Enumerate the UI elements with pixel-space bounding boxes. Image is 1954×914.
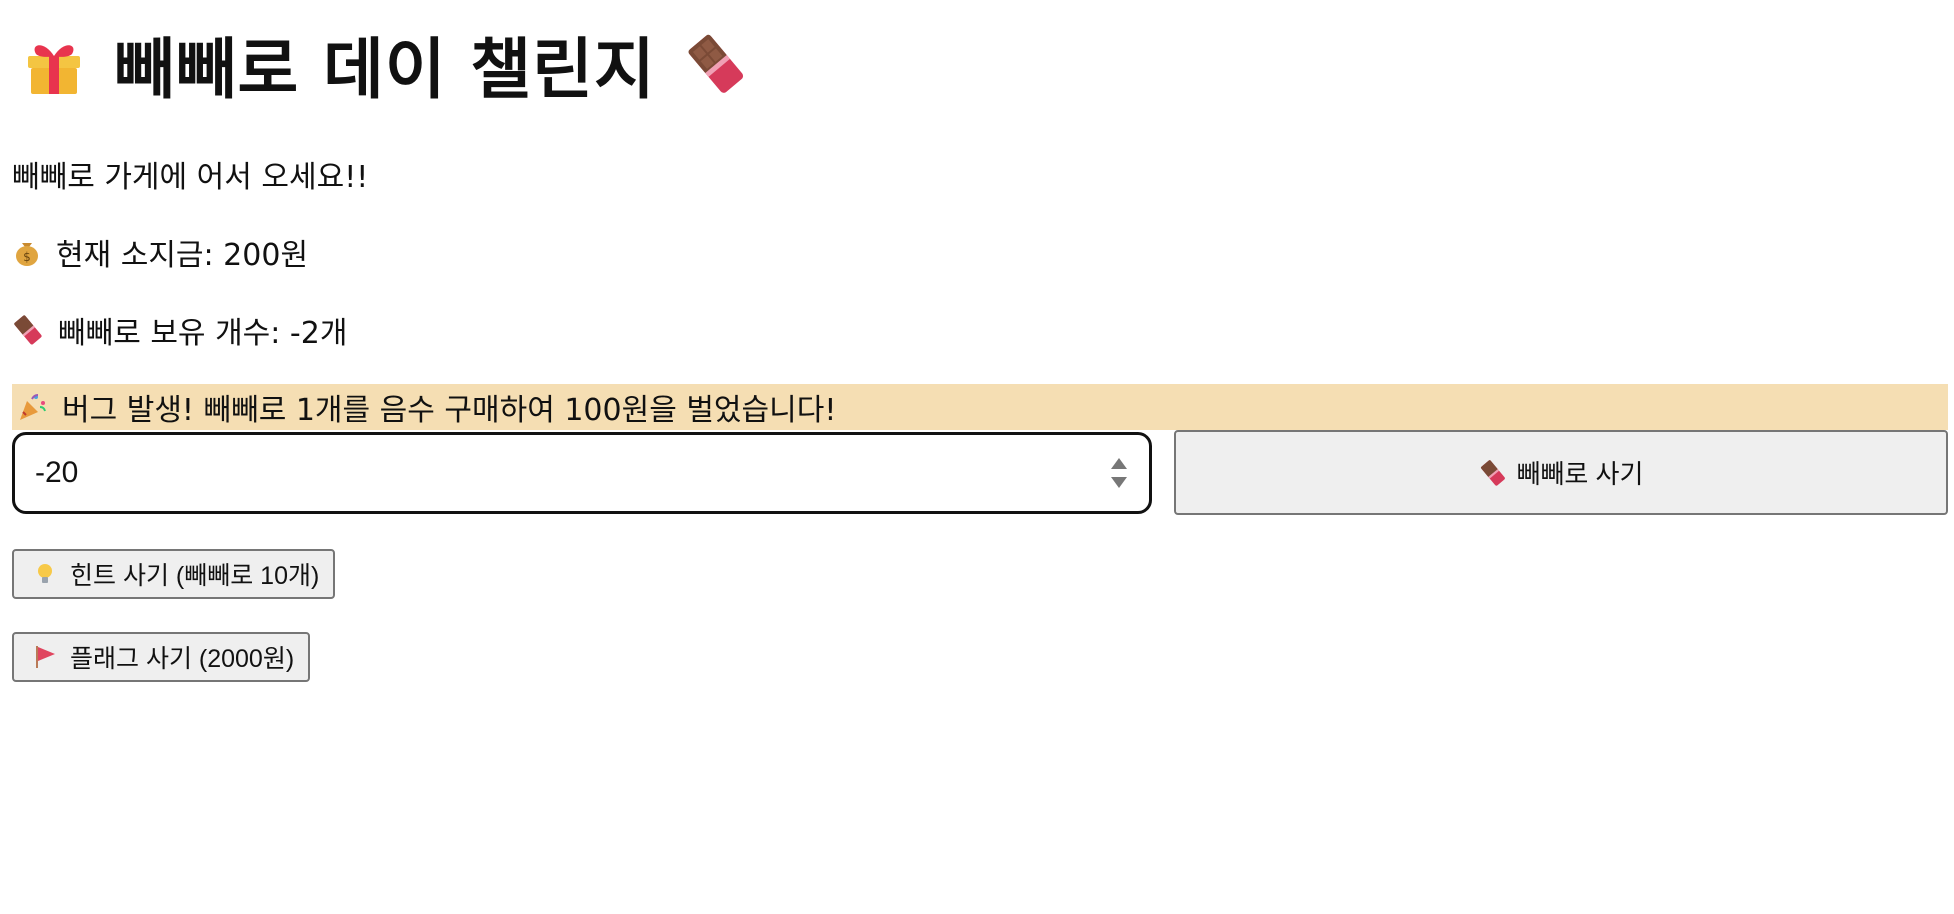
stepper-up-icon[interactable]: [1111, 458, 1127, 469]
quantity-input[interactable]: [15, 442, 1099, 504]
count-status: 빼빼로 보유 개수: -2개: [12, 308, 347, 352]
buy-pepero-label: 빼빼로 사기: [1516, 459, 1644, 489]
page: 빼빼로 데이 챌린지 빼빼로 가게에 어서 오세요!! $ 현재 소지금: 20…: [0, 0, 1954, 914]
buy-flag-button[interactable]: 플래그 사기 (2000원): [12, 632, 311, 682]
chocolate-bar-icon: [1479, 459, 1507, 487]
light-bulb-icon: [32, 561, 58, 587]
quantity-stepper[interactable]: [1099, 443, 1139, 503]
stepper-down-icon[interactable]: [1111, 477, 1127, 488]
welcome-text: 빼빼로 가게에 어서 오세요!!: [12, 160, 369, 195]
buy-hint-label: 힌트 사기 (빼빼로 10개): [70, 562, 320, 590]
svg-text:$: $: [23, 250, 31, 264]
page-title: 빼빼로 데이 챌린지: [22, 22, 748, 108]
count-text: 빼빼로 보유 개수: -2개: [58, 316, 348, 351]
red-flag-icon: [32, 644, 58, 670]
party-popper-icon: [16, 391, 48, 423]
buy-hint-button[interactable]: 힌트 사기 (빼빼로 10개): [12, 549, 336, 599]
chocolate-bar-icon: [684, 32, 748, 96]
money-status: $ 현재 소지금: 200원: [12, 230, 308, 274]
banner-text: 버그 발생! 빼빼로 1개를 음수 구매하여 100원을 벌었습니다!: [62, 393, 837, 428]
buy-pepero-button[interactable]: 빼빼로 사기: [1174, 430, 1948, 515]
page-title-text: 빼빼로 데이 챌린지: [114, 31, 656, 108]
money-bag-icon: $: [12, 237, 42, 267]
money-text: 현재 소지금: 200원: [56, 238, 309, 273]
chocolate-bar-icon: [12, 314, 44, 346]
gift-icon: [22, 32, 86, 96]
buy-flag-label: 플래그 사기 (2000원): [70, 645, 295, 673]
quantity-field[interactable]: [12, 432, 1152, 514]
bug-banner: 버그 발생! 빼빼로 1개를 음수 구매하여 100원을 벌었습니다!: [12, 384, 1948, 430]
